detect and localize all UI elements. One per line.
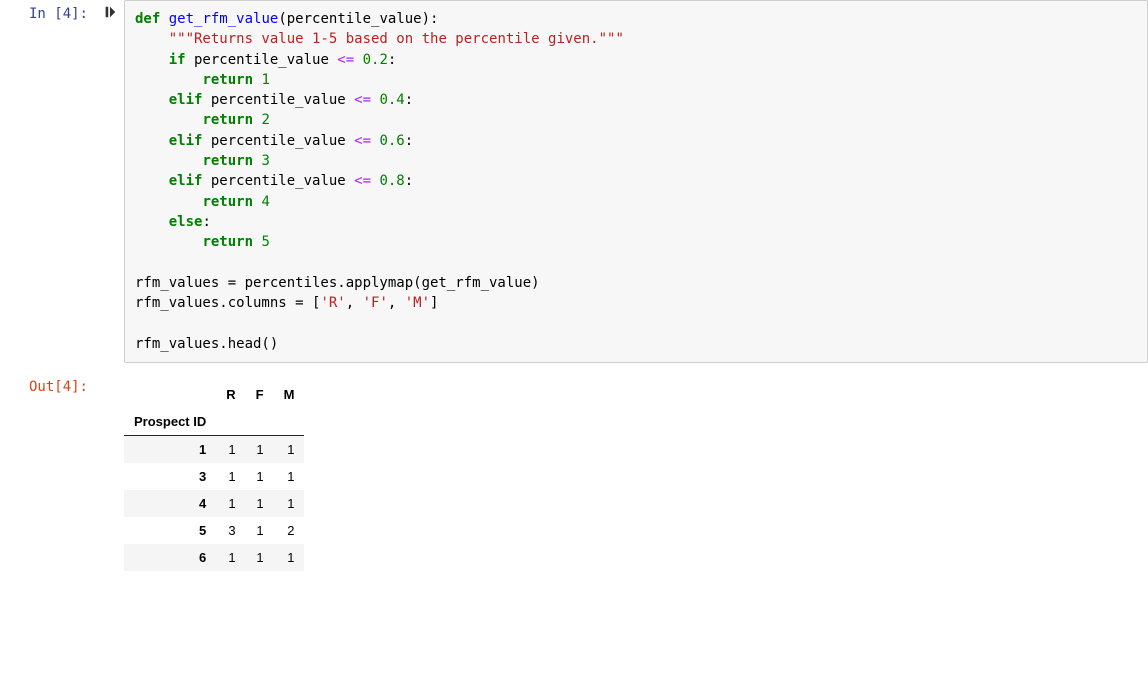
column-header-row: R F M xyxy=(124,381,304,408)
input-prompt: In [4]: xyxy=(0,0,96,363)
cell-R: 1 xyxy=(216,544,245,571)
table-row: 5 3 1 2 xyxy=(124,517,304,544)
cell-M: 1 xyxy=(274,436,305,464)
index-name-row: Prospect ID xyxy=(124,408,304,436)
col-R: R xyxy=(216,381,245,408)
run-button-col xyxy=(96,0,124,363)
cell-R: 1 xyxy=(216,436,245,464)
cell-M: 1 xyxy=(274,490,305,517)
cell-F: 1 xyxy=(246,463,274,490)
cell-F: 1 xyxy=(246,544,274,571)
cell-M: 1 xyxy=(274,463,305,490)
dataframe-table: R F M Prospect ID 1 1 1 1 xyxy=(124,381,304,571)
cell-M: 1 xyxy=(274,544,305,571)
cell-R: 3 xyxy=(216,517,245,544)
row-index: 3 xyxy=(124,463,216,490)
input-cell: In [4]: def get_rfm_value(percentile_val… xyxy=(0,0,1148,363)
col-F: F xyxy=(246,381,274,408)
row-index: 5 xyxy=(124,517,216,544)
row-index: 6 xyxy=(124,544,216,571)
cell-R: 1 xyxy=(216,490,245,517)
cell-F: 1 xyxy=(246,490,274,517)
output-spacer xyxy=(96,373,124,571)
code-input-area[interactable]: def get_rfm_value(percentile_value): """… xyxy=(124,0,1148,363)
run-cell-icon[interactable] xyxy=(103,5,117,22)
output-area: R F M Prospect ID 1 1 1 1 xyxy=(124,373,1148,571)
cell-R: 1 xyxy=(216,463,245,490)
cell-M: 2 xyxy=(274,517,305,544)
index-name: Prospect ID xyxy=(124,408,216,436)
table-row: 4 1 1 1 xyxy=(124,490,304,517)
cell-F: 1 xyxy=(246,436,274,464)
table-row: 6 1 1 1 xyxy=(124,544,304,571)
row-index: 4 xyxy=(124,490,216,517)
table-row: 1 1 1 1 xyxy=(124,436,304,464)
row-index: 1 xyxy=(124,436,216,464)
output-prompt: Out[4]: xyxy=(0,373,96,571)
code-block: def get_rfm_value(percentile_value): """… xyxy=(135,9,1137,354)
cell-F: 1 xyxy=(246,517,274,544)
col-M: M xyxy=(274,381,305,408)
blank-corner xyxy=(124,381,216,408)
output-cell: Out[4]: R F M Prospect ID 1 xyxy=(0,373,1148,571)
table-row: 3 1 1 1 xyxy=(124,463,304,490)
